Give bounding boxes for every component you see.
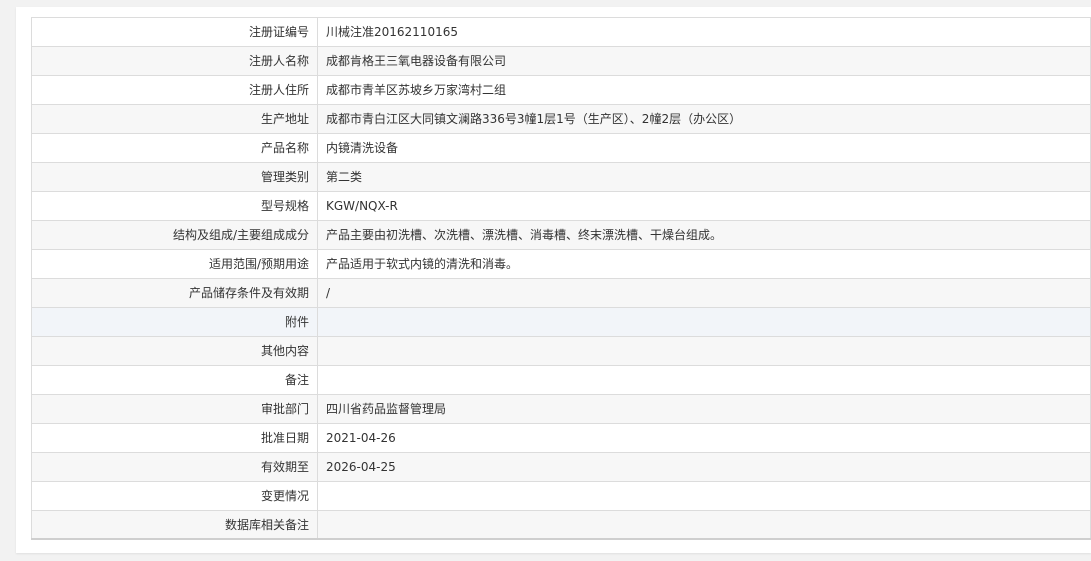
row-value xyxy=(317,336,1091,366)
row-value: 四川省药品监督管理局 xyxy=(317,394,1091,424)
row-value: 产品适用于软式内镜的清洗和消毒。 xyxy=(317,249,1091,279)
row-label: 适用范围/预期用途 xyxy=(31,249,318,279)
table-row: 管理类别 第二类 xyxy=(31,162,1091,192)
row-label: 注册人名称 xyxy=(31,46,318,76)
table-row: 变更情况 xyxy=(31,481,1091,511)
row-label: 附件 xyxy=(31,307,318,337)
table-row: 审批部门 四川省药品监督管理局 xyxy=(31,394,1091,424)
row-label: 有效期至 xyxy=(31,452,318,482)
table-row: 注册证编号 川械注准20162110165 xyxy=(31,17,1091,47)
row-label: 产品储存条件及有效期 xyxy=(31,278,318,308)
row-label: 结构及组成/主要组成成分 xyxy=(31,220,318,250)
table-row: 备注 xyxy=(31,365,1091,395)
row-value: / xyxy=(317,278,1091,308)
detail-panel: 注册证编号 川械注准20162110165 注册人名称 成都肯格王三氧电器设备有… xyxy=(16,7,1091,553)
row-value: KGW/NQX-R xyxy=(317,191,1091,221)
row-value: 2021-04-26 xyxy=(317,423,1091,453)
row-value: 内镜清洗设备 xyxy=(317,133,1091,163)
table-row: 批准日期 2021-04-26 xyxy=(31,423,1091,453)
row-label: 批准日期 xyxy=(31,423,318,453)
registration-detail-table: 注册证编号 川械注准20162110165 注册人名称 成都肯格王三氧电器设备有… xyxy=(31,17,1091,540)
row-label: 数据库相关备注 xyxy=(31,510,318,540)
table-row: 有效期至 2026-04-25 xyxy=(31,452,1091,482)
table-row: 生产地址 成都市青白江区大同镇文澜路336号3幢1层1号（生产区）、2幢2层（办… xyxy=(31,104,1091,134)
table-row: 附件 xyxy=(31,307,1091,337)
row-value: 成都肯格王三氧电器设备有限公司 xyxy=(317,46,1091,76)
table-row: 注册人名称 成都肯格王三氧电器设备有限公司 xyxy=(31,46,1091,76)
row-value: 2026-04-25 xyxy=(317,452,1091,482)
row-value: 成都市青羊区苏坡乡万家湾村二组 xyxy=(317,75,1091,105)
table-row: 其他内容 xyxy=(31,336,1091,366)
row-label: 变更情况 xyxy=(31,481,318,511)
row-value xyxy=(317,510,1091,540)
row-label: 生产地址 xyxy=(31,104,318,134)
table-row: 数据库相关备注 xyxy=(31,510,1091,540)
row-label: 产品名称 xyxy=(31,133,318,163)
row-label: 审批部门 xyxy=(31,394,318,424)
row-value: 川械注准20162110165 xyxy=(317,17,1091,47)
table-bottom-border xyxy=(31,538,1091,540)
row-label: 备注 xyxy=(31,365,318,395)
row-value xyxy=(317,365,1091,395)
row-label: 注册人住所 xyxy=(31,75,318,105)
table-row: 注册人住所 成都市青羊区苏坡乡万家湾村二组 xyxy=(31,75,1091,105)
row-label: 注册证编号 xyxy=(31,17,318,47)
row-value: 第二类 xyxy=(317,162,1091,192)
row-value: 成都市青白江区大同镇文澜路336号3幢1层1号（生产区）、2幢2层（办公区） xyxy=(317,104,1091,134)
table-row: 型号规格 KGW/NQX-R xyxy=(31,191,1091,221)
row-value: 产品主要由初洗槽、次洗槽、漂洗槽、消毒槽、终末漂洗槽、干燥台组成。 xyxy=(317,220,1091,250)
table-row: 结构及组成/主要组成成分 产品主要由初洗槽、次洗槽、漂洗槽、消毒槽、终末漂洗槽、… xyxy=(31,220,1091,250)
row-value xyxy=(317,481,1091,511)
row-label: 其他内容 xyxy=(31,336,318,366)
row-value xyxy=(317,307,1091,337)
row-label: 型号规格 xyxy=(31,191,318,221)
table-row: 适用范围/预期用途 产品适用于软式内镜的清洗和消毒。 xyxy=(31,249,1091,279)
row-label: 管理类别 xyxy=(31,162,318,192)
table-row: 产品名称 内镜清洗设备 xyxy=(31,133,1091,163)
table-row: 产品储存条件及有效期 / xyxy=(31,278,1091,308)
